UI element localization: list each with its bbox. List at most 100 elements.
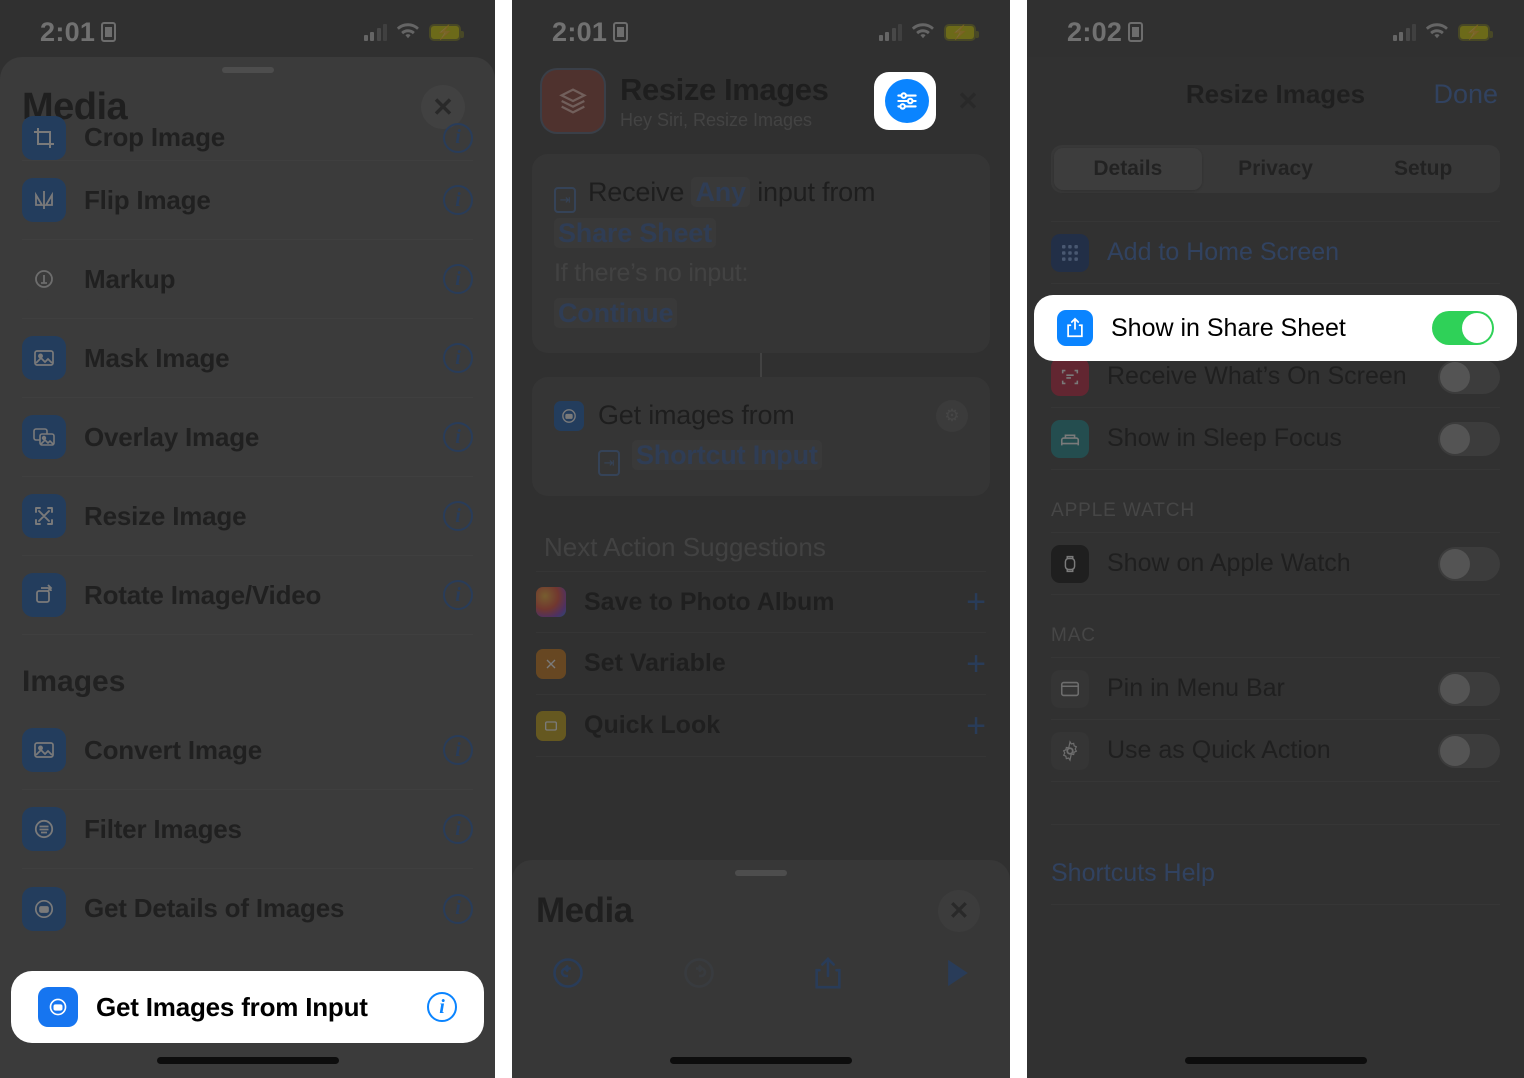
info-icon[interactable]: i	[443, 893, 473, 924]
details-group-mac: Pin in Menu Bar Use as Quick Action	[1051, 657, 1500, 782]
list-item-rotate-image-video[interactable]: Rotate Image/Video i	[22, 556, 473, 635]
list-item-mask-image[interactable]: Mask Image i	[22, 319, 473, 398]
mask-image-icon	[22, 336, 66, 380]
tab-privacy[interactable]: Privacy	[1202, 148, 1350, 190]
tab-details[interactable]: Details	[1054, 148, 1202, 190]
status-bar-panel1: 2:01 ⚡	[0, 0, 495, 64]
row-label: Pin in Menu Bar	[1107, 674, 1285, 702]
input-from-label: input from	[757, 177, 876, 207]
filter-images-icon	[22, 807, 66, 851]
list-item-label: Mask Image	[84, 342, 230, 373]
toggle-show-in-sleep-focus[interactable]	[1438, 421, 1500, 456]
shortcut-subtitle: Hey Siri, Resize Images	[620, 109, 813, 130]
shortcut-input-token[interactable]: Shortcut Input	[632, 440, 822, 470]
section-header-mac: MAC	[1051, 625, 1096, 646]
add-icon[interactable]: +	[966, 647, 986, 681]
redo-icon[interactable]	[681, 955, 717, 991]
row-label: Show in Sleep Focus	[1107, 424, 1342, 452]
list-item-filter-images[interactable]: Filter Images i	[22, 790, 473, 869]
action-card-get-images[interactable]: Get images from ⇥ Shortcut Input ⚙	[532, 377, 990, 496]
suggestion-label: Quick Look	[584, 711, 721, 739]
toggle-use-as-quick-action[interactable]	[1438, 733, 1500, 768]
info-icon[interactable]: i	[443, 580, 473, 610]
home-indicator	[670, 1057, 852, 1064]
continue-token[interactable]: Continue	[554, 298, 678, 328]
row-shortcuts-help[interactable]: Shortcuts Help	[1051, 843, 1500, 905]
row-label: Show in Share Sheet	[1111, 313, 1346, 342]
info-icon[interactable]: i	[443, 814, 473, 844]
list-item-crop-image[interactable]: Crop Image i	[22, 115, 473, 161]
list-item-flip-image[interactable]: Flip Image i	[22, 161, 473, 240]
details-nav-bar: Resize Images Done	[1027, 57, 1524, 131]
list-item-convert-image[interactable]: Convert Image i	[22, 711, 473, 790]
battery-charging-icon: ⚡	[944, 23, 979, 41]
tab-setup[interactable]: Setup	[1349, 148, 1497, 190]
add-icon[interactable]: +	[966, 709, 986, 743]
list-item-label: Rotate Image/Video	[84, 579, 322, 610]
three-panel-screenshot: 2:01 ⚡ Media ✕ Crop Image i Flip Image i…	[0, 0, 1524, 1078]
flip-image-icon	[22, 178, 66, 222]
toggle-receive-whats-on-screen[interactable]	[1438, 359, 1500, 394]
info-icon[interactable]: i	[443, 735, 473, 765]
list-item-resize-image[interactable]: Resize Image i	[22, 477, 473, 556]
row-use-as-quick-action[interactable]: Use as Quick Action	[1051, 720, 1500, 782]
details-tab-bar: Details Privacy Setup	[1051, 145, 1500, 193]
cellular-signal-icon	[363, 23, 387, 41]
home-indicator	[156, 1057, 339, 1064]
list-item-get-images-from-input-highlighted[interactable]: Get Images from Input i	[16, 976, 479, 1038]
done-button[interactable]: Done	[1433, 79, 1498, 110]
undo-icon[interactable]	[550, 955, 586, 991]
share-sheet-token[interactable]: Share Sheet	[554, 218, 716, 248]
row-show-on-apple-watch[interactable]: Show on Apple Watch	[1051, 533, 1500, 595]
suggestion-save-to-photo-album[interactable]: Save to Photo Album +	[536, 571, 986, 633]
apple-watch-icon	[1051, 544, 1089, 583]
list-item-get-details-of-images[interactable]: Get Details of Images i	[22, 869, 473, 948]
suggestion-quick-look[interactable]: Quick Look +	[536, 695, 986, 757]
info-icon[interactable]: i	[443, 422, 473, 452]
toggle-show-on-apple-watch[interactable]	[1438, 546, 1500, 581]
list-item-markup[interactable]: Markup i	[22, 240, 473, 319]
cellular-signal-icon	[1392, 23, 1416, 41]
media-bottom-sheet: Media ✕	[512, 860, 1010, 1078]
input-type-token[interactable]: Any	[691, 177, 750, 207]
suggestion-set-variable[interactable]: Set Variable +	[536, 633, 986, 695]
info-icon[interactable]: i	[443, 122, 473, 153]
row-show-in-sleep-focus[interactable]: Show in Sleep Focus	[1051, 408, 1500, 470]
row-add-to-home-screen[interactable]: Add to Home Screen	[1051, 222, 1500, 284]
status-indicators: ⚡	[878, 23, 979, 41]
section-header-apple-watch: APPLE WATCH	[1051, 500, 1195, 521]
row-pin-in-menu-bar[interactable]: Pin in Menu Bar	[1051, 658, 1500, 720]
toggle-show-in-share-sheet[interactable]	[1432, 311, 1494, 345]
battery-charging-icon: ⚡	[1458, 23, 1493, 41]
action-card-receive-input[interactable]: ⇥ Receive Any input from Share Sheet If t…	[532, 154, 990, 353]
row-show-in-share-sheet-highlighted[interactable]: Show in Share Sheet	[1039, 300, 1512, 356]
info-icon[interactable]: i	[443, 343, 473, 373]
rotate-image-video-icon	[22, 573, 66, 617]
info-icon[interactable]: i	[427, 992, 457, 1022]
add-icon[interactable]: +	[966, 585, 986, 619]
get-images-text: Get images from ⇥ Shortcut Input	[598, 395, 936, 476]
action-list: Crop Image i Flip Image i Markup i Mask …	[0, 115, 495, 948]
list-item-overlay-image[interactable]: Overlay Image i	[22, 398, 473, 477]
lock-icon	[613, 22, 629, 42]
lock-icon	[101, 22, 117, 42]
close-icon[interactable]: ✕	[938, 890, 980, 932]
receive-on-screen-icon	[1051, 357, 1089, 396]
status-time: 2:01	[552, 17, 629, 48]
close-icon[interactable]: ✕	[948, 81, 988, 121]
info-icon[interactable]: i	[443, 264, 473, 294]
play-icon[interactable]	[940, 956, 972, 990]
lock-icon	[1128, 22, 1144, 42]
list-item-label: Get Details of Images	[84, 893, 345, 923]
shortcut-settings-button-highlight-overlay[interactable]	[878, 72, 936, 130]
status-indicators: ⚡	[363, 23, 464, 41]
share-icon[interactable]	[811, 954, 845, 992]
action-settings-gear-icon[interactable]: ⚙	[936, 400, 968, 432]
toggle-pin-in-menu-bar[interactable]	[1438, 671, 1500, 706]
share-sheet-icon	[1057, 310, 1093, 346]
suggestion-label: Save to Photo Album	[584, 587, 835, 616]
info-icon[interactable]: i	[443, 185, 473, 215]
info-icon[interactable]: i	[443, 501, 473, 531]
wifi-icon	[911, 23, 934, 39]
wifi-icon	[1425, 23, 1448, 39]
